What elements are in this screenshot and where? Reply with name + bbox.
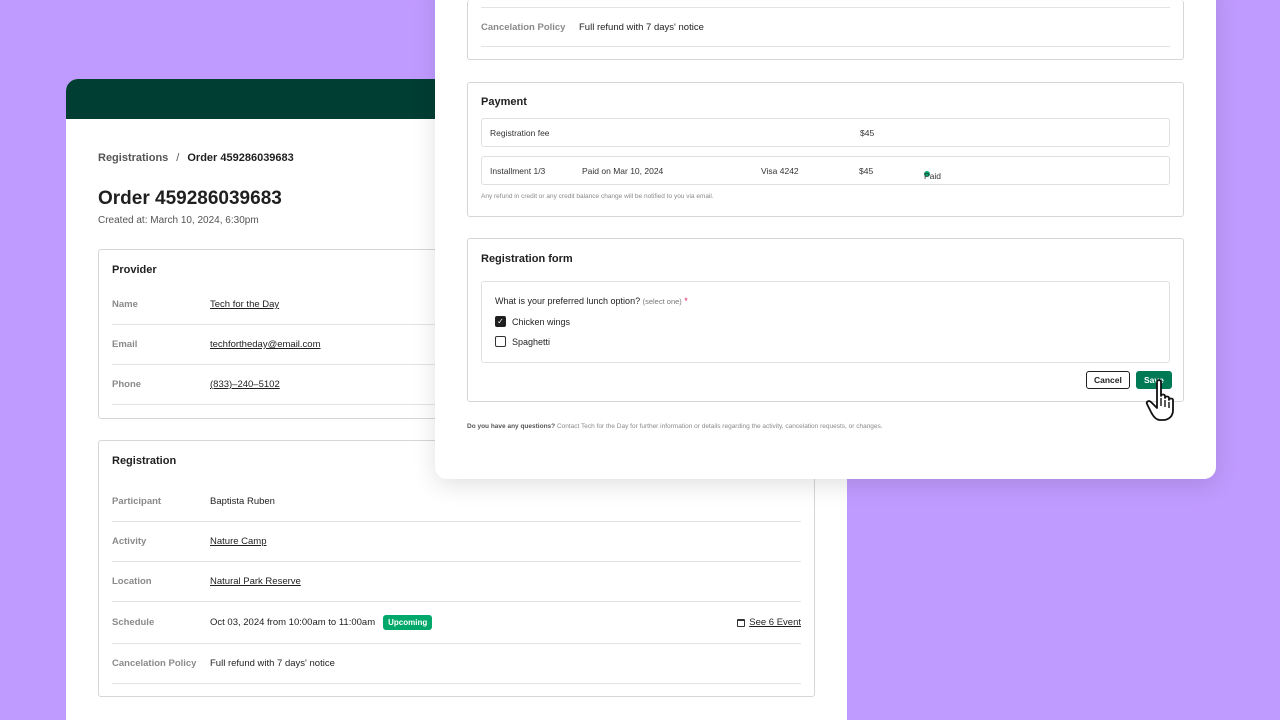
- location-label: Location: [112, 576, 152, 587]
- provider-name-link[interactable]: Tech for the Day: [210, 299, 279, 310]
- provider-email-link[interactable]: techfortheday@email.com: [210, 339, 321, 350]
- hand-pointer-icon: [1145, 379, 1174, 421]
- participant-label: Participant: [112, 496, 162, 507]
- checkbox-unchecked-icon[interactable]: [495, 336, 506, 347]
- questions-footer-bold: Do you have any questions?: [467, 423, 556, 430]
- breadcrumb-separator: /: [176, 152, 180, 164]
- status-badge-upcoming: Upcoming: [383, 615, 433, 630]
- installment-paid-on: Paid on Mar 10, 2024: [582, 165, 664, 176]
- registration-edit-dialog: Cancelation Policy Full refund with 7 da…: [435, 0, 1216, 479]
- registration-policy-label: Cancelation Policy: [112, 658, 197, 669]
- activity-label: Activity: [112, 536, 147, 547]
- installment-label: Installment 1/3: [490, 165, 546, 176]
- registration-policy-row: Cancelation Policy Full refund with 7 da…: [112, 644, 801, 684]
- registration-title: Registration: [112, 455, 177, 467]
- cancel-button[interactable]: Cancel: [1086, 371, 1130, 389]
- installment-card: Visa 4242: [761, 165, 799, 176]
- fee-label: Registration fee: [490, 127, 550, 138]
- payment-note: Any refund in credit or any credit balan…: [481, 193, 714, 200]
- see-event-link[interactable]: See 6 Event: [737, 617, 801, 628]
- provider-name-row: Name Tech for the Day: [112, 285, 484, 325]
- option-spaghetti[interactable]: Spaghetti: [495, 336, 550, 347]
- lunch-question-box: What is your preferred lunch option? (se…: [481, 281, 1170, 363]
- provider-title: Provider: [112, 264, 157, 276]
- questions-footer: Do you have any questions? Contact Tech …: [467, 423, 883, 430]
- location-link[interactable]: Natural Park Reserve: [210, 576, 301, 587]
- dialog-policy-value: Full refund with 7 days' notice: [579, 21, 704, 33]
- policy-card: Cancelation Policy Full refund with 7 da…: [467, 0, 1184, 60]
- provider-phone-link[interactable]: (833)–240–5102: [210, 379, 280, 390]
- order-created-date: Created at: March 10, 2024, 6:30pm: [98, 215, 259, 226]
- provider-email-label: Email: [112, 339, 138, 350]
- schedule-label: Schedule: [112, 617, 155, 628]
- dialog-policy-row: Cancelation Policy Full refund with 7 da…: [481, 7, 1170, 47]
- lunch-question: What is your preferred lunch option? (se…: [495, 296, 688, 306]
- paid-status-label: Paid: [924, 170, 942, 181]
- participant-row: Participant Baptista Ruben: [112, 482, 801, 522]
- activity-row: Activity Nature Camp: [112, 522, 801, 562]
- lunch-question-text: What is your preferred lunch option?: [495, 296, 641, 306]
- registration-form-title: Registration form: [481, 253, 573, 265]
- checkbox-checked-icon[interactable]: ✓: [495, 316, 506, 327]
- required-marker: *: [684, 296, 688, 306]
- fee-amount: $45: [860, 127, 875, 138]
- option-chicken-wings[interactable]: ✓ Chicken wings: [495, 316, 570, 327]
- provider-phone-label: Phone: [112, 379, 142, 390]
- see-event-label: See 6 Event: [749, 617, 801, 628]
- option-spaghetti-label: Spaghetti: [512, 336, 551, 347]
- registration-fee-row: Registration fee $45: [481, 118, 1170, 147]
- breadcrumb: Registrations / Order 459286039683: [98, 152, 294, 164]
- payment-title: Payment: [481, 96, 527, 108]
- activity-link[interactable]: Nature Camp: [210, 536, 267, 547]
- option-chicken-wings-label: Chicken wings: [512, 316, 571, 327]
- participant-value: Baptista Ruben: [210, 496, 275, 507]
- breadcrumb-registrations[interactable]: Registrations: [98, 152, 168, 164]
- calendar-icon: [737, 618, 746, 627]
- schedule-row: Schedule Oct 03, 2024 from 10:00am to 11…: [112, 602, 801, 644]
- page-title: Order 459286039683: [98, 188, 282, 209]
- breadcrumb-current: Order 459286039683: [187, 152, 294, 164]
- provider-name-label: Name: [112, 299, 138, 310]
- payment-card: Payment Registration fee $45 Installment…: [467, 82, 1184, 217]
- registration-policy-value: Full refund with 7 days' notice: [210, 658, 335, 669]
- questions-footer-text: Contact Tech for the Day for further inf…: [555, 423, 883, 430]
- location-row: Location Natural Park Reserve: [112, 562, 801, 602]
- registration-form-card: Registration form What is your preferred…: [467, 238, 1184, 402]
- installment-row: Installment 1/3 Paid on Mar 10, 2024 Vis…: [481, 156, 1170, 185]
- dialog-policy-label: Cancelation Policy: [481, 21, 566, 33]
- provider-email-row: Email techfortheday@email.com: [112, 325, 484, 365]
- schedule-value: Oct 03, 2024 from 10:00am to 11:00am: [210, 617, 376, 628]
- installment-amount: $45: [859, 165, 874, 176]
- provider-phone-row: Phone (833)–240–5102: [112, 365, 484, 405]
- lunch-question-hint: (select one): [642, 297, 682, 306]
